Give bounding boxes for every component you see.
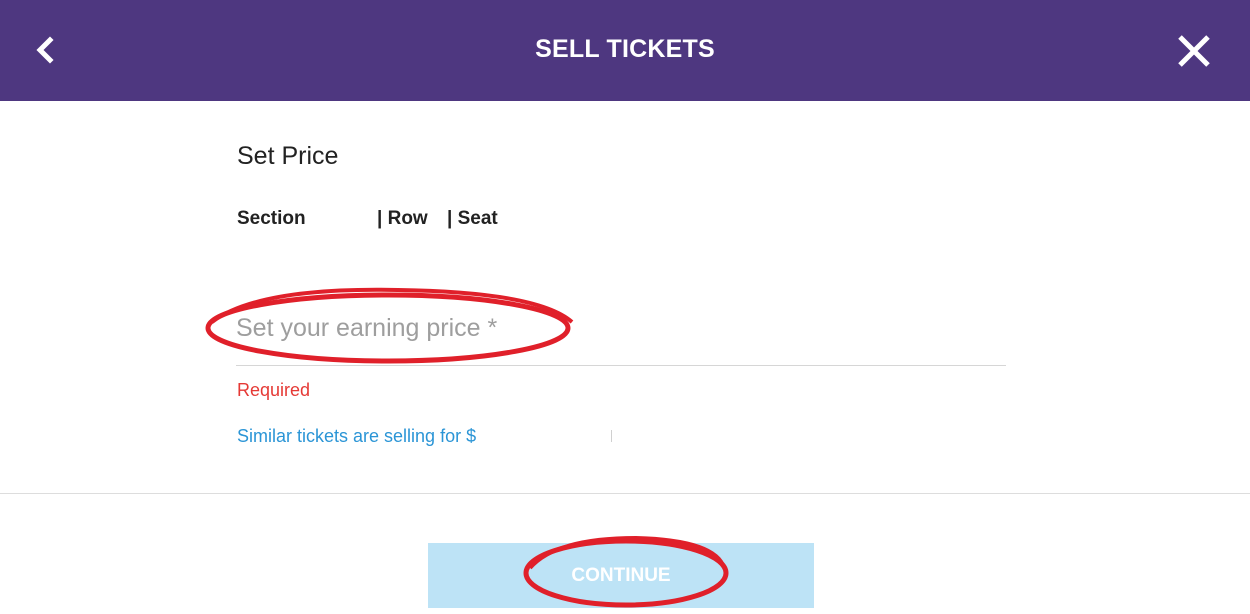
close-button[interactable] bbox=[1174, 31, 1214, 71]
continue-button[interactable]: CONTINUE bbox=[428, 543, 814, 608]
price-field bbox=[236, 300, 1006, 366]
similar-tickets-text: Similar tickets are selling for $ bbox=[237, 426, 477, 446]
close-icon bbox=[1178, 35, 1210, 67]
ticket-details: Section | Row | Seat bbox=[237, 208, 498, 230]
page-title: SELL TICKETS bbox=[535, 35, 715, 63]
section-heading: Set Price bbox=[237, 142, 339, 170]
row-label: | Row bbox=[377, 208, 428, 229]
text-caret bbox=[611, 430, 612, 442]
earning-price-input[interactable] bbox=[236, 308, 1006, 348]
divider bbox=[0, 493, 1250, 494]
validation-message: Required bbox=[237, 380, 311, 400]
seat-label: | Seat bbox=[447, 208, 498, 229]
app-header: SELL TICKETS bbox=[0, 0, 1250, 101]
section-label: Section bbox=[237, 208, 306, 229]
